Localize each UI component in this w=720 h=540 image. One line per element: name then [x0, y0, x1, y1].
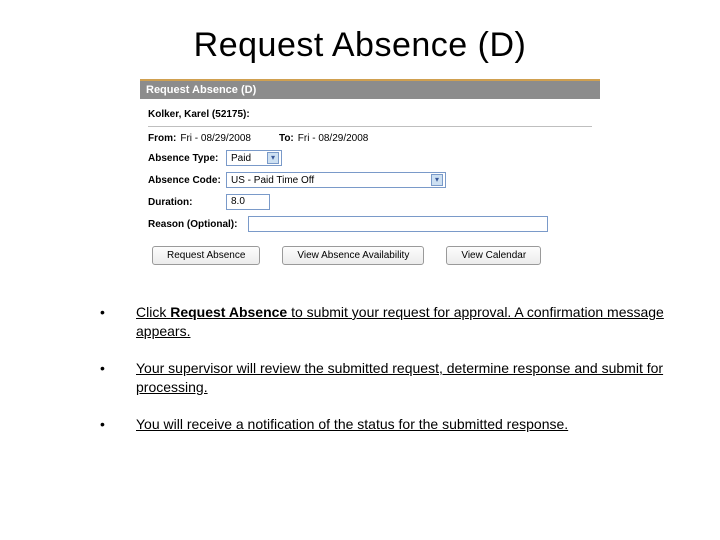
view-calendar-button[interactable]: View Calendar — [446, 246, 541, 265]
to-date-value: Fri - 08/29/2008 — [298, 133, 369, 144]
bullet-icon: • — [100, 359, 136, 397]
to-label: To: — [279, 133, 294, 144]
bullet-2-text: Your supervisor will review the submitte… — [136, 359, 690, 397]
divider — [148, 126, 592, 127]
list-item: • You will receive a notification of the… — [100, 415, 690, 434]
duration-input[interactable]: 8.0 — [226, 194, 270, 210]
list-item: • Your supervisor will review the submit… — [100, 359, 690, 397]
reason-label: Reason (Optional): — [148, 219, 248, 230]
absence-type-value: Paid — [231, 153, 251, 164]
absence-type-label: Absence Type: — [148, 153, 226, 164]
list-item: • Click Request Absence to submit your r… — [100, 303, 690, 341]
request-absence-panel: Request Absence (D) Kolker, Karel (52175… — [140, 79, 600, 275]
bullet-3-text: You will receive a notification of the s… — [136, 415, 690, 434]
reason-input[interactable] — [248, 216, 548, 232]
request-absence-button[interactable]: Request Absence — [152, 246, 260, 265]
absence-code-select[interactable]: US - Paid Time Off ▾ — [226, 172, 446, 188]
instruction-list: • Click Request Absence to submit your r… — [100, 303, 690, 433]
chevron-down-icon: ▾ — [431, 174, 443, 186]
view-availability-button[interactable]: View Absence Availability — [282, 246, 424, 265]
absence-code-label: Absence Code: — [148, 175, 226, 186]
bullet-1-strong: Request Absence — [170, 304, 287, 320]
duration-label: Duration: — [148, 197, 226, 208]
date-range-row: From: Fri - 08/29/2008 To: Fri - 08/29/2… — [148, 133, 592, 144]
page-title: Request Absence (D) — [40, 26, 680, 65]
from-date-value: Fri - 08/29/2008 — [180, 133, 251, 144]
absence-code-value: US - Paid Time Off — [231, 175, 314, 186]
employee-name: Kolker, Karel (52175): — [148, 103, 592, 122]
panel-header: Request Absence (D) — [140, 81, 600, 99]
chevron-down-icon: ▾ — [267, 152, 279, 164]
bullet-1-pre: Click — [136, 304, 170, 320]
bullet-icon: • — [100, 415, 136, 434]
from-label: From: — [148, 133, 176, 144]
bullet-icon: • — [100, 303, 136, 341]
button-row: Request Absence View Absence Availabilit… — [148, 246, 592, 265]
absence-type-select[interactable]: Paid ▾ — [226, 150, 282, 166]
